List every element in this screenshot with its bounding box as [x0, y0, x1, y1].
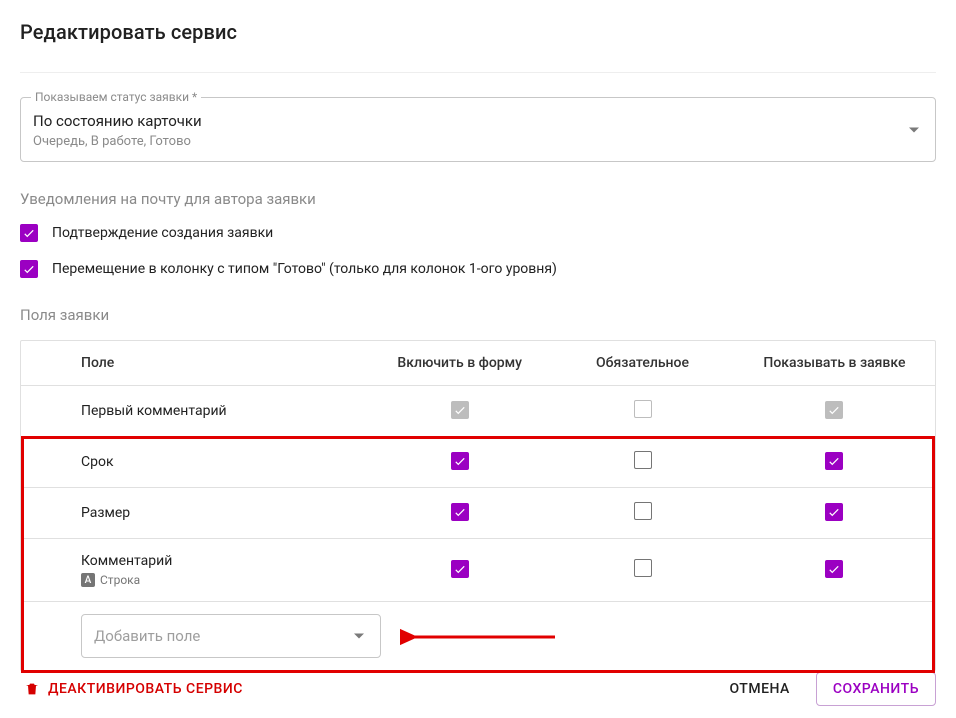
trash-icon [24, 681, 40, 697]
chevron-down-icon [354, 634, 364, 639]
include-checkbox[interactable] [451, 560, 469, 578]
status-select-hint: Очередь, В работе, Готово [33, 134, 895, 149]
col-required: Обязательное [551, 341, 734, 386]
include-checkbox[interactable] [451, 503, 469, 521]
deactivate-button[interactable]: ДЕАКТИВИРОВАТЬ СЕРВИС [20, 673, 247, 705]
col-field: Поле [21, 341, 368, 386]
field-label: Комментарий [81, 553, 352, 569]
notification-checkbox[interactable] [20, 224, 38, 242]
table-row: Комментарий A Строка [21, 539, 935, 602]
notification-row: Подтверждение создания заявки [20, 224, 936, 242]
add-field-placeholder: Добавить поле [94, 627, 200, 645]
col-include: Включить в форму [368, 341, 551, 386]
fields-section-label: Поля заявки [20, 306, 936, 324]
required-checkbox[interactable] [634, 502, 652, 520]
col-show: Показывать в заявке [734, 341, 935, 386]
status-select-label: Показываем статус заявки * [31, 90, 201, 104]
status-select[interactable]: Показываем статус заявки * По состоянию … [20, 97, 936, 162]
field-label: Срок [81, 454, 352, 470]
page-title: Редактировать сервис [20, 20, 936, 44]
notification-label: Перемещение в колонку с типом "Готово" (… [52, 261, 557, 277]
include-checkbox [451, 401, 469, 419]
table-row: Первый комментарий [21, 386, 935, 437]
field-label: Первый комментарий [81, 403, 352, 419]
chevron-down-icon [909, 127, 919, 132]
field-label: Размер [81, 505, 352, 521]
table-row: Добавить поле [21, 602, 935, 671]
include-checkbox[interactable] [451, 452, 469, 470]
show-checkbox [825, 401, 843, 419]
notifications-section-label: Уведомления на почту для автора заявки [20, 190, 936, 208]
show-checkbox[interactable] [825, 503, 843, 521]
divider [20, 72, 936, 73]
notification-row: Перемещение в колонку с типом "Готово" (… [20, 260, 936, 278]
save-button[interactable]: СОХРАНИТЬ [816, 672, 936, 706]
required-checkbox[interactable] [634, 451, 652, 469]
fields-table: Поле Включить в форму Обязательное Показ… [21, 341, 935, 670]
field-type: A Строка [81, 573, 352, 587]
show-checkbox[interactable] [825, 452, 843, 470]
field-type-label: Строка [100, 573, 140, 587]
add-field-select[interactable]: Добавить поле [81, 614, 381, 658]
required-checkbox[interactable] [634, 559, 652, 577]
deactivate-label: ДЕАКТИВИРОВАТЬ СЕРВИС [48, 681, 243, 697]
notification-checkbox[interactable] [20, 260, 38, 278]
cancel-button[interactable]: ОТМЕНА [725, 673, 793, 705]
required-checkbox [634, 400, 652, 418]
notification-label: Подтверждение создания заявки [52, 225, 273, 241]
type-badge-icon: A [81, 573, 95, 587]
table-row: Размер [21, 488, 935, 539]
show-checkbox[interactable] [825, 560, 843, 578]
table-row: Срок [21, 437, 935, 488]
status-select-value: По состоянию карточки [33, 112, 895, 130]
